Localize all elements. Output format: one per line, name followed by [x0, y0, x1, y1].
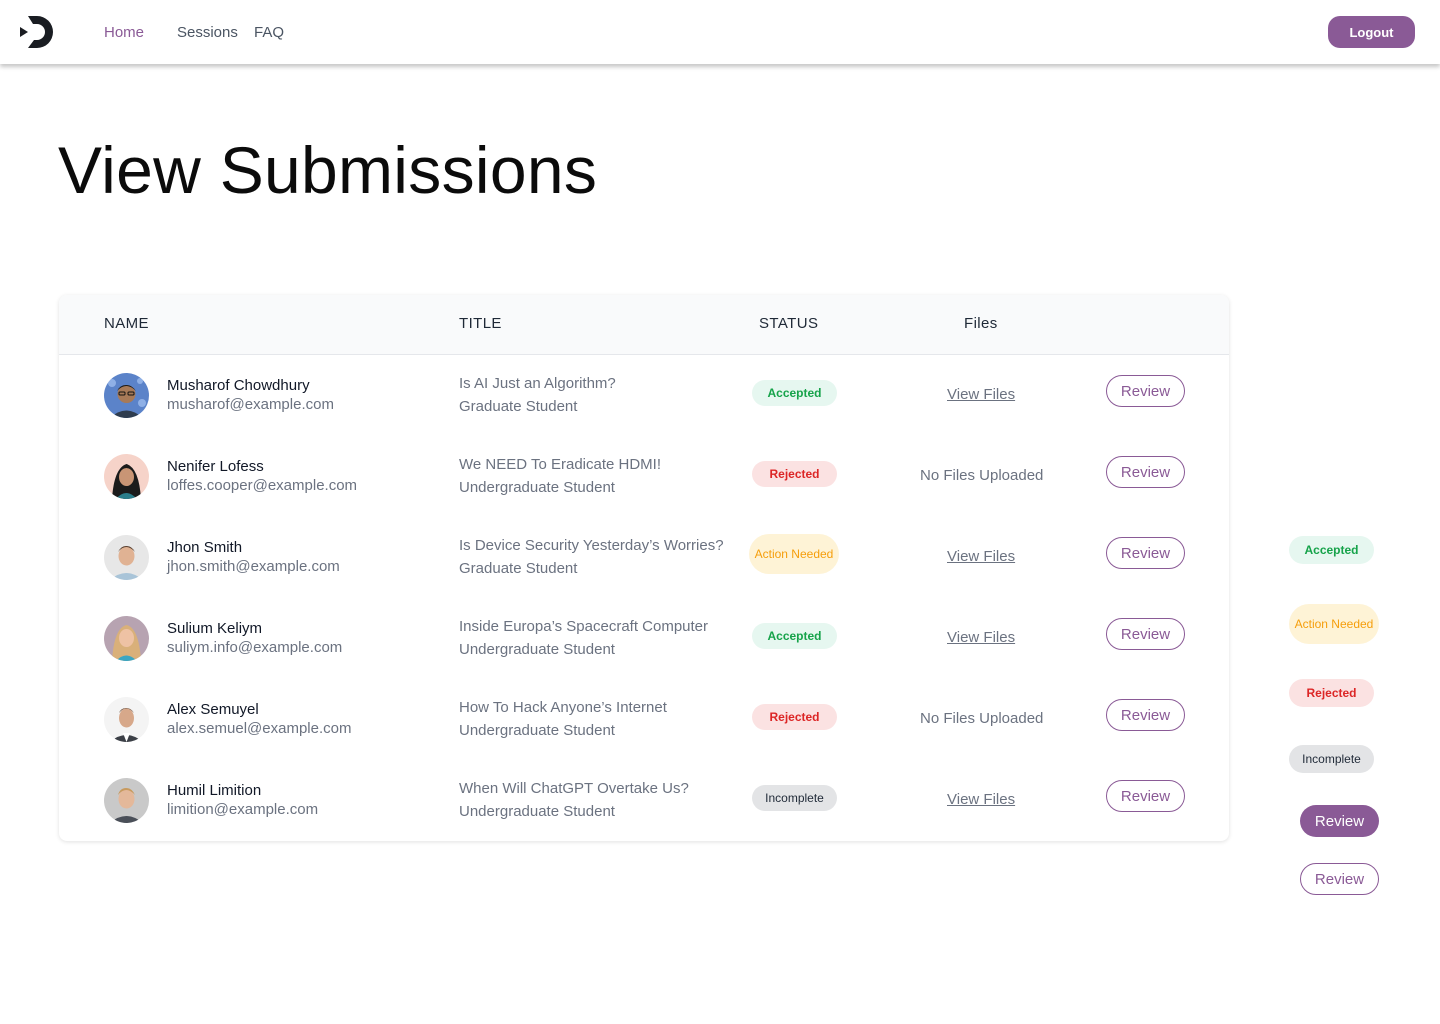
submitter-email: loffes.cooper@example.com	[167, 477, 358, 494]
review-button[interactable]: Review	[1106, 618, 1185, 650]
review-button[interactable]: Review	[1106, 537, 1185, 569]
submitter-role: Undergraduate Student	[459, 803, 615, 820]
avatar	[104, 697, 149, 742]
submitter-role: Undergraduate Student	[459, 641, 615, 658]
avatar	[104, 778, 149, 823]
no-files-text: No Files Uploaded	[920, 467, 1044, 484]
status-badge: Rejected	[752, 461, 837, 487]
status-badge: Accepted	[752, 380, 837, 406]
view-files-link[interactable]: View Files	[947, 386, 1015, 403]
nav-sessions-link[interactable]: Sessions	[177, 24, 238, 41]
nav-home-link[interactable]: Home	[104, 24, 144, 41]
legend-badge-rejected: Rejected	[1289, 679, 1374, 707]
submission-title: Is Device Security Yesterday’s Worries?	[459, 537, 724, 554]
table-row: Jhon Smith jhon.smith@example.com Is Dev…	[59, 516, 1229, 597]
avatar	[104, 454, 149, 499]
submitter-name: Musharof Chowdhury	[167, 377, 310, 394]
table-row: Alex Semuyel alex.semuel@example.com How…	[59, 678, 1229, 759]
status-badge: Action Needed	[749, 534, 839, 574]
submitter-email: suliym.info@example.com	[167, 639, 343, 656]
review-button-outline[interactable]: Review	[1300, 863, 1379, 895]
submission-title: When Will ChatGPT Overtake Us?	[459, 780, 689, 797]
submitter-name: Humil Limition	[167, 782, 262, 799]
review-button[interactable]: Review	[1106, 699, 1185, 731]
submission-title: Inside Europa’s Spacecraft Computer	[459, 618, 709, 635]
legend-badge-accepted: Accepted	[1289, 536, 1374, 564]
submitter-role: Graduate Student	[459, 398, 578, 415]
column-header-status: STATUS	[759, 315, 819, 332]
table-header: NAME TITLE STATUS Files	[59, 295, 1229, 355]
table-row: Humil Limition limition@example.com When…	[59, 759, 1229, 840]
review-button[interactable]: Review	[1106, 780, 1185, 812]
submitter-role: Undergraduate Student	[459, 479, 615, 496]
submitter-name: Nenifer Lofess	[167, 458, 264, 475]
column-header-files: Files	[964, 315, 998, 332]
legend-badge-incomplete: Incomplete	[1289, 745, 1374, 773]
column-header-title: TITLE	[459, 315, 502, 332]
table-row: Musharof Chowdhury musharof@example.com …	[59, 354, 1229, 435]
legend-badge-action-needed: Action Needed	[1289, 604, 1379, 644]
submitter-email: alex.semuel@example.com	[167, 720, 352, 737]
review-button-filled[interactable]: Review	[1300, 805, 1379, 837]
submitter-name: Jhon Smith	[167, 539, 243, 556]
submission-title: Is AI Just an Algorithm?	[459, 375, 616, 392]
submission-title: We NEED To Eradicate HDMI!	[459, 456, 662, 473]
nav-faq-link[interactable]: FAQ	[254, 24, 284, 41]
review-button[interactable]: Review	[1106, 456, 1185, 488]
submitter-email: musharof@example.com	[167, 396, 334, 413]
submitter-email: jhon.smith@example.com	[167, 558, 340, 575]
view-files-link[interactable]: View Files	[947, 791, 1015, 808]
submitter-name: Sulium Keliym	[167, 620, 263, 637]
no-files-text: No Files Uploaded	[920, 710, 1044, 727]
column-header-name: NAME	[104, 315, 149, 332]
avatar	[104, 373, 149, 418]
view-files-link[interactable]: View Files	[947, 548, 1015, 565]
submitter-email: limition@example.com	[167, 801, 319, 818]
submitter-role: Undergraduate Student	[459, 722, 615, 739]
status-badge: Accepted	[752, 623, 837, 649]
submission-title: How To Hack Anyone’s Internet	[459, 699, 667, 716]
submitter-role: Graduate Student	[459, 560, 578, 577]
view-files-link[interactable]: View Files	[947, 629, 1015, 646]
top-navbar: Home Sessions FAQ Logout	[0, 0, 1440, 64]
review-button[interactable]: Review	[1106, 375, 1185, 407]
logout-button[interactable]: Logout	[1328, 16, 1415, 48]
avatar	[104, 535, 149, 580]
table-row: Sulium Keliym suliym.info@example.com In…	[59, 597, 1229, 678]
submissions-table: NAME TITLE STATUS Files Musharof Chowdhu…	[59, 295, 1229, 841]
avatar	[104, 616, 149, 661]
status-badge: Rejected	[752, 704, 837, 730]
submitter-name: Alex Semuyel	[167, 701, 259, 718]
status-badge: Incomplete	[752, 785, 837, 811]
table-row: Nenifer Lofess loffes.cooper@example.com…	[59, 435, 1229, 516]
page-title: View Submissions	[58, 133, 598, 207]
logo-icon[interactable]	[18, 14, 56, 50]
